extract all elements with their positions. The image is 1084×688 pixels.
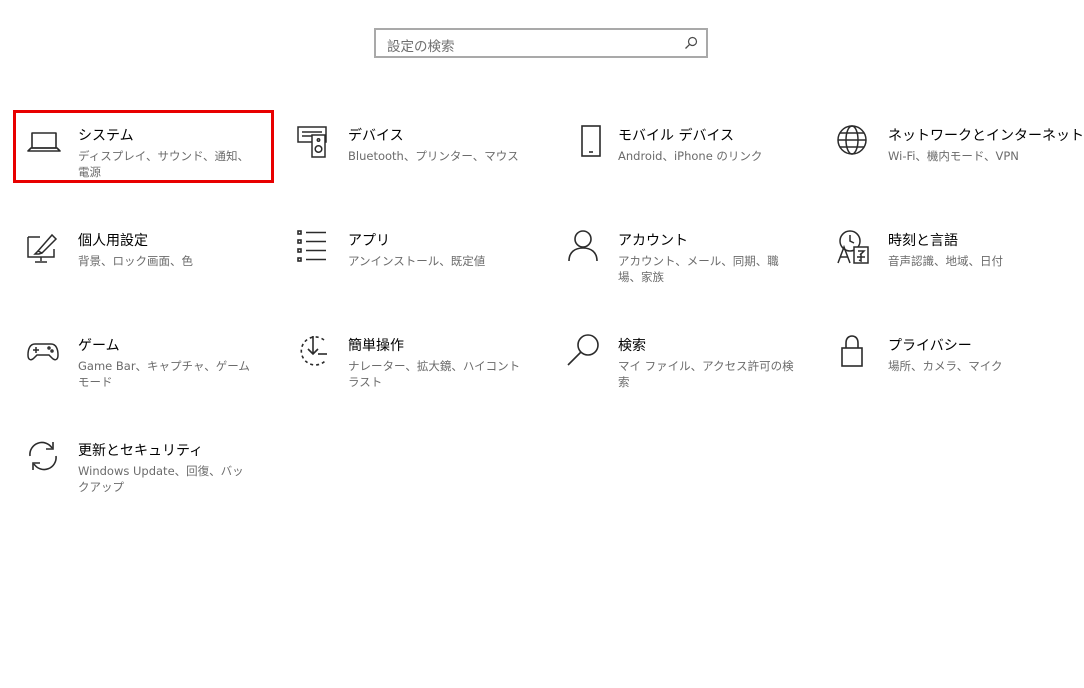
tile-gaming[interactable]: ゲーム Game Bar、キャプチャ、ゲーム モード bbox=[16, 324, 278, 398]
tile-title: プライバシー bbox=[888, 338, 972, 354]
tile-title: 個人用設定 bbox=[78, 233, 148, 249]
tile-title: ネットワークとインターネット bbox=[888, 128, 1084, 144]
search-input[interactable]: 設定の検索 bbox=[387, 35, 455, 55]
tile-description: 場所、カメラ、マイク bbox=[888, 359, 1003, 373]
tile-search[interactable]: 検索 マイ ファイル、アクセス許可の検索 bbox=[556, 324, 818, 398]
tile-description: ナレーター、拡大鏡、ハイコントラスト bbox=[348, 359, 521, 389]
tile-description: Bluetooth、プリンター、マウス bbox=[348, 149, 519, 163]
tile-title: モバイル デバイス bbox=[618, 128, 735, 144]
tile-ease-of-access[interactable]: 簡単操作 ナレーター、拡大鏡、ハイコントラスト bbox=[286, 324, 548, 398]
phone-icon bbox=[566, 124, 602, 160]
tile-title: 簡単操作 bbox=[348, 338, 404, 354]
tile-personalization[interactable]: 個人用設定 背景、ロック画面、色 bbox=[16, 219, 278, 293]
tile-description: Android、iPhone のリンク bbox=[618, 149, 763, 163]
gamepad-icon bbox=[26, 334, 62, 370]
tile-title: 時刻と言語 bbox=[888, 233, 958, 249]
tile-accounts[interactable]: アカウント アカウント、メール、同期、職場、家族 bbox=[556, 219, 818, 293]
tile-devices[interactable]: デバイス Bluetooth、プリンター、マウス bbox=[286, 114, 548, 188]
tile-title: アプリ bbox=[348, 233, 390, 249]
tile-description: 背景、ロック画面、色 bbox=[78, 254, 193, 268]
search-icon[interactable] bbox=[684, 36, 698, 50]
tile-title: 検索 bbox=[618, 338, 646, 354]
tile-description: マイ ファイル、アクセス許可の検索 bbox=[618, 359, 794, 389]
magnifier-icon bbox=[566, 334, 602, 370]
tile-mobile-devices[interactable]: モバイル デバイス Android、iPhone のリンク bbox=[556, 114, 818, 188]
tile-time-language[interactable]: 時刻と言語 音声認識、地域、日付 bbox=[826, 219, 1084, 293]
ease-of-access-icon bbox=[296, 334, 332, 370]
tile-apps[interactable]: アプリ アンインストール、既定値 bbox=[286, 219, 548, 293]
tile-description: アカウント、メール、同期、職場、家族 bbox=[618, 254, 779, 284]
update-icon bbox=[26, 439, 62, 475]
lock-icon bbox=[836, 334, 872, 370]
tile-description: アンインストール、既定値 bbox=[348, 254, 486, 268]
tile-title: ゲーム bbox=[78, 338, 120, 354]
time-language-icon bbox=[836, 229, 872, 265]
devices-icon bbox=[296, 124, 332, 160]
tile-title: デバイス bbox=[348, 128, 404, 144]
tile-title: システム bbox=[78, 128, 134, 144]
tile-description: Windows Update、回復、バックアップ bbox=[78, 464, 244, 494]
laptop-icon bbox=[26, 124, 62, 160]
tile-description: ディスプレイ、サウンド、通知、電源 bbox=[78, 149, 250, 179]
apps-list-icon bbox=[296, 229, 332, 265]
tile-update-security[interactable]: 更新とセキュリティ Windows Update、回復、バックアップ bbox=[16, 429, 278, 503]
globe-icon bbox=[836, 124, 872, 160]
search-box[interactable]: 設定の検索 bbox=[374, 28, 708, 58]
tile-description: Game Bar、キャプチャ、ゲーム モード bbox=[78, 359, 250, 389]
tile-privacy[interactable]: プライバシー 場所、カメラ、マイク bbox=[826, 324, 1084, 398]
tile-system[interactable]: システム ディスプレイ、サウンド、通知、電源 bbox=[16, 114, 278, 188]
tile-description: Wi-Fi、機内モード、VPN bbox=[888, 149, 1019, 163]
personalization-icon bbox=[26, 229, 62, 265]
tile-description: 音声認識、地域、日付 bbox=[888, 254, 1003, 268]
person-icon bbox=[566, 229, 602, 265]
tile-title: アカウント bbox=[618, 233, 688, 249]
tile-network[interactable]: ネットワークとインターネット Wi-Fi、機内モード、VPN bbox=[826, 114, 1084, 188]
tile-title: 更新とセキュリティ bbox=[78, 443, 204, 459]
